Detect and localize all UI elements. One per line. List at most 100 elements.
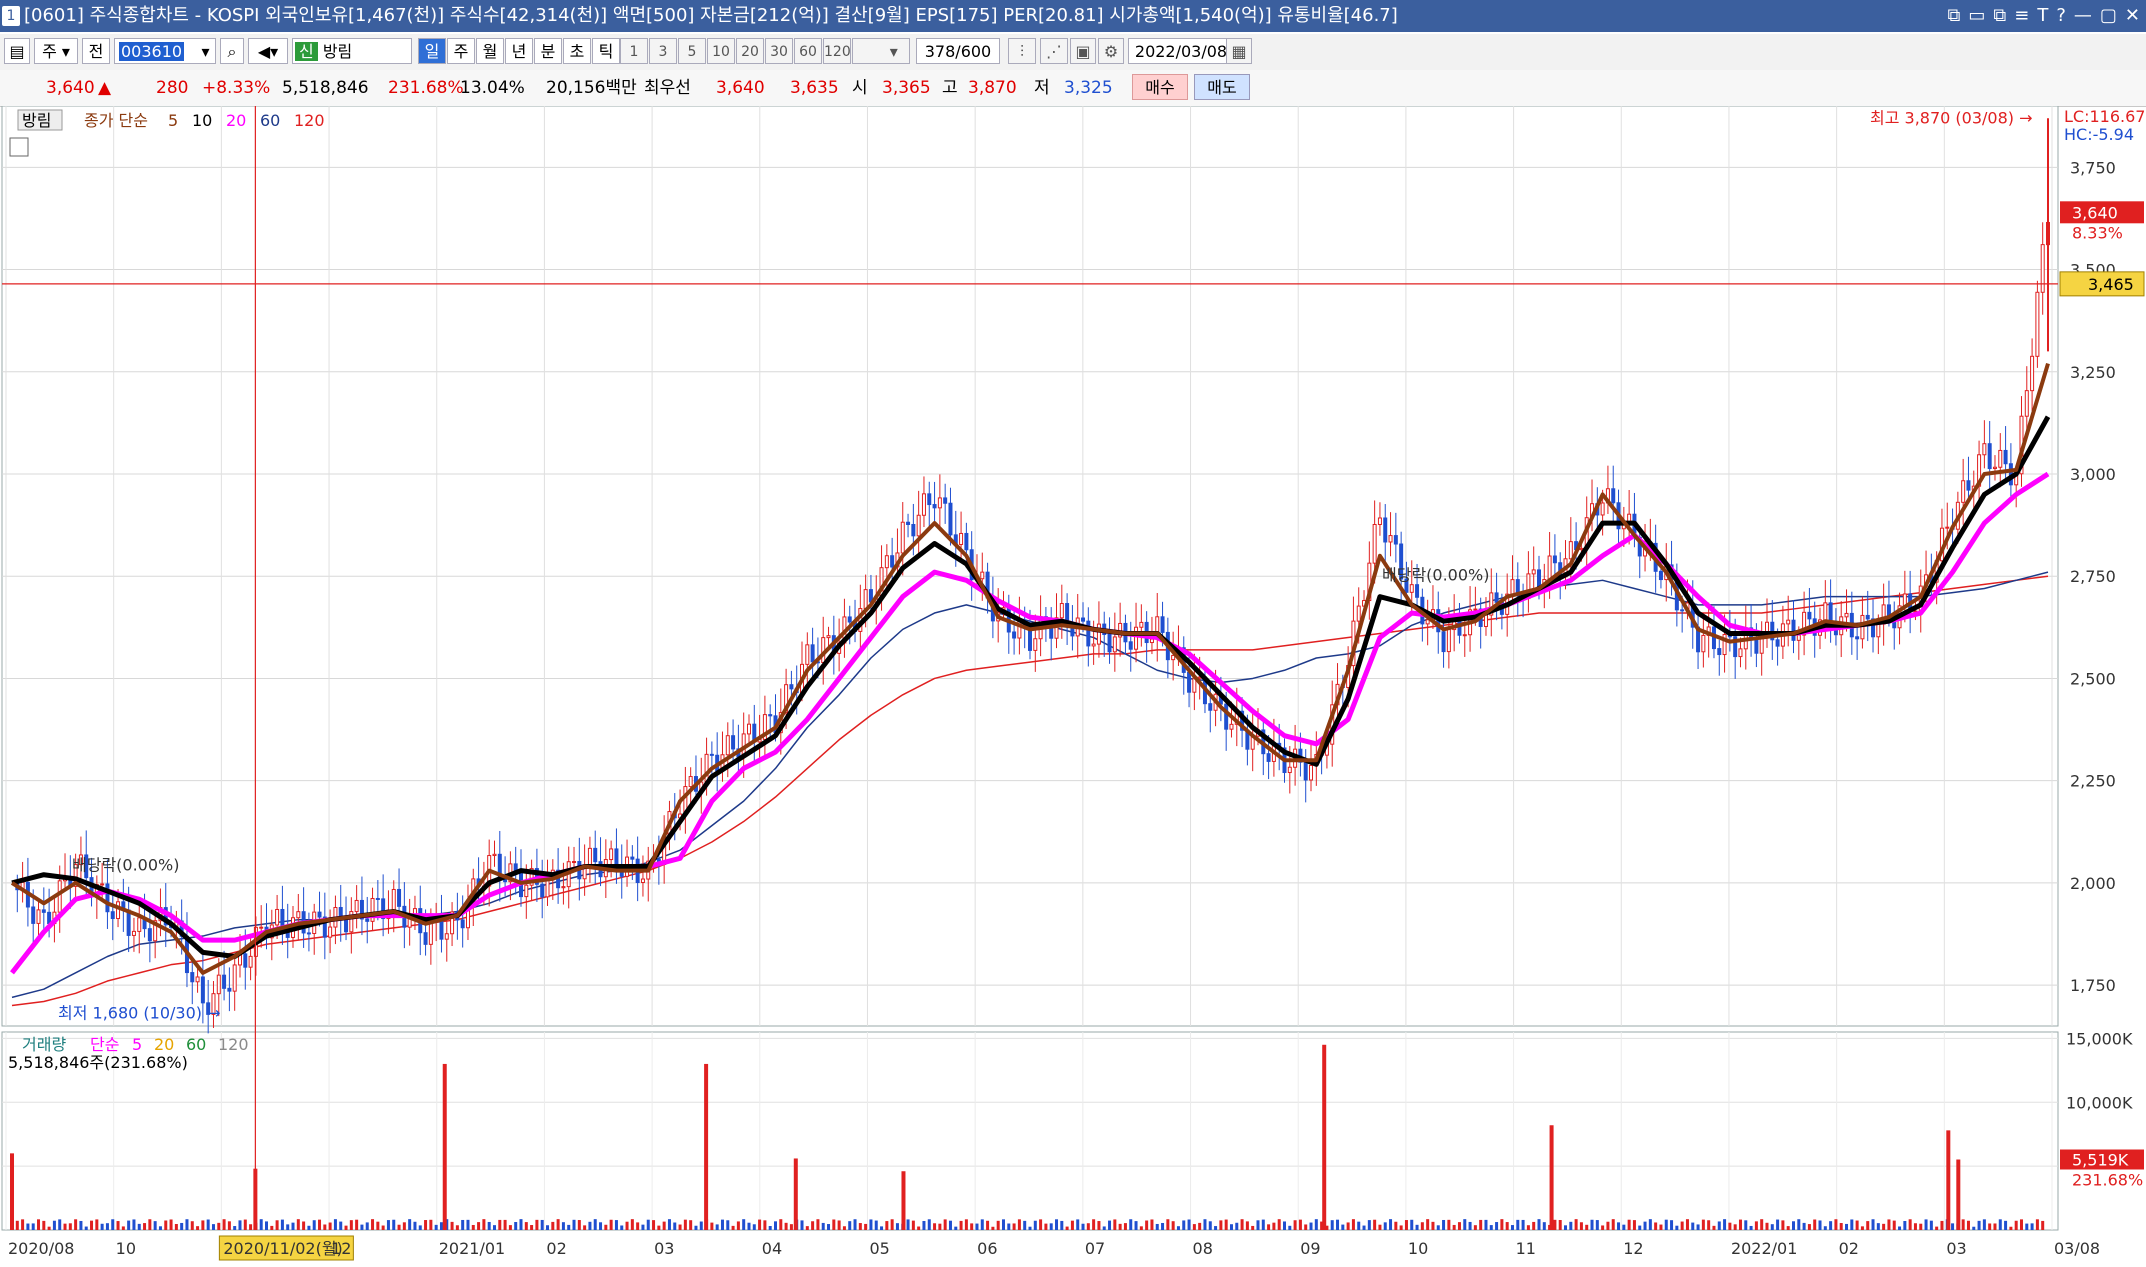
volume-spike-bar — [1946, 1130, 1951, 1230]
volume-bar — [1537, 1219, 1541, 1230]
interval-tab-120[interactable]: 120 — [823, 38, 851, 64]
help-icon[interactable]: ? — [2056, 0, 2066, 32]
candle-body — [1987, 443, 1992, 470]
interval-select[interactable]: ▾ — [852, 38, 910, 64]
close-icon[interactable]: ✕ — [2125, 0, 2140, 32]
stock-name-field[interactable]: 신 방림 — [292, 38, 412, 64]
interval-tab-30[interactable]: 30 — [765, 38, 793, 64]
maximize-icon[interactable]: ▢ — [2100, 0, 2117, 32]
settings-icon[interactable]: ⚙ — [1098, 38, 1124, 64]
interval-tab-60[interactable]: 60 — [794, 38, 822, 64]
period-tab-1[interactable]: 주 — [447, 38, 475, 64]
buy-button[interactable]: 매수 — [1132, 74, 1188, 100]
volume-legend-period-60: 60 — [186, 1035, 206, 1054]
interval-tab-1[interactable]: 1 — [620, 38, 648, 64]
search-icon[interactable]: ⌕ — [220, 38, 244, 64]
speaker-icon[interactable]: ◀▾ — [248, 38, 288, 64]
candle-body — [789, 684, 794, 690]
chart-menu-icon[interactable]: ▤ — [4, 38, 30, 64]
all-button[interactable]: 전 — [82, 38, 110, 64]
volume-bar — [858, 1223, 862, 1230]
save-icon[interactable]: ▣ — [1070, 38, 1096, 64]
candle-body — [1844, 612, 1849, 618]
volume-bar — [1097, 1221, 1101, 1230]
price-tick-label: 2,250 — [2070, 772, 2116, 791]
period-tab-5[interactable]: 초 — [563, 38, 591, 64]
volume-bar — [853, 1219, 857, 1230]
code-dropdown-icon[interactable]: ▾ — [196, 38, 216, 64]
interval-tab-10[interactable]: 10 — [707, 38, 735, 64]
date-field[interactable]: 2022/03/08 — [1128, 38, 1234, 64]
volume-bar — [1648, 1219, 1652, 1230]
volume-bar — [95, 1219, 99, 1230]
price-tick-label: 2,500 — [2070, 669, 2116, 688]
volume-bar — [1415, 1224, 1419, 1230]
volume-bar — [323, 1224, 327, 1230]
turnover-rate: 13.04% — [460, 78, 525, 98]
candle-body — [423, 932, 428, 945]
volume-bar — [726, 1220, 730, 1230]
volume-pane — [1, 1031, 2059, 1231]
draw-tool-icon[interactable]: ⋰ — [1040, 38, 1068, 64]
volume-bar — [371, 1219, 375, 1230]
volume-bar — [1044, 1223, 1048, 1230]
volume-bar — [259, 1219, 263, 1230]
volume-bar — [657, 1225, 661, 1230]
restore-icon[interactable]: ⧉ — [1948, 0, 1961, 32]
info-bar: 3,640 ▲ 280 +8.33% 5,518,846 231.68% 13.… — [0, 70, 2146, 107]
volume-bar — [1108, 1220, 1112, 1230]
period-tab-2[interactable]: 월 — [476, 38, 504, 64]
volume-bar — [1627, 1219, 1631, 1230]
time-axis-label: 02 — [546, 1239, 566, 1258]
volume-bar — [482, 1219, 486, 1230]
stock-new-badge: 신 — [295, 42, 318, 61]
price-volume-chart[interactable]: 3,7503,5003,2503,0002,7502,5002,2502,000… — [0, 105, 2146, 1262]
volume-bar — [864, 1223, 868, 1230]
period-tab-4[interactable]: 분 — [534, 38, 562, 64]
interval-tab-5[interactable]: 5 — [678, 38, 706, 64]
price-legend-period-5: 5 — [168, 111, 178, 130]
candle-body — [36, 909, 41, 924]
candle-type-icon[interactable]: ⫶ — [1008, 38, 1036, 64]
candle-body — [1224, 703, 1229, 730]
period-tab-0[interactable]: 일 — [418, 38, 446, 64]
minimize-icon[interactable]: — — [2074, 0, 2092, 32]
volume-bar — [127, 1220, 131, 1230]
count-field[interactable]: 378/600 — [916, 38, 1000, 64]
volume-bar — [1701, 1219, 1705, 1230]
volume-bar — [546, 1225, 550, 1230]
candle-body — [444, 933, 449, 940]
volume-bar — [1367, 1220, 1371, 1230]
market-select[interactable]: 주 ▾ — [34, 38, 78, 64]
volume-bar — [1707, 1220, 1711, 1230]
calendar-icon[interactable]: ▦ — [1226, 38, 1252, 64]
interval-tab-3[interactable]: 3 — [649, 38, 677, 64]
font-icon[interactable]: T — [2037, 0, 2048, 32]
volume-bar — [1336, 1219, 1340, 1230]
time-axis-label: 11 — [1516, 1239, 1536, 1258]
volume-bar — [84, 1226, 88, 1230]
candle-body — [1966, 480, 1971, 491]
pin-icon[interactable]: ≡ — [2014, 0, 2029, 32]
interval-tab-20[interactable]: 20 — [736, 38, 764, 64]
window-icon[interactable]: ▭ — [1968, 0, 1985, 32]
period-tab-6[interactable]: 틱 — [592, 38, 620, 64]
candle-body — [116, 901, 121, 920]
candle-body — [1568, 541, 1573, 560]
sell-button[interactable]: 매도 — [1194, 74, 1250, 100]
candle-body — [980, 571, 985, 580]
volume-bar — [572, 1219, 576, 1230]
candle-body — [1441, 631, 1446, 653]
volume-bar — [1431, 1221, 1435, 1230]
candle-body — [1786, 619, 1791, 625]
candle-body — [1855, 636, 1860, 640]
tile-icon[interactable]: ⧉ — [1993, 0, 2006, 32]
candle-body — [375, 897, 380, 900]
period-tab-3[interactable]: 년 — [505, 38, 533, 64]
volume-bar — [1012, 1223, 1016, 1230]
volume-bar — [1219, 1220, 1223, 1230]
volume-bar — [1972, 1226, 1976, 1230]
chart-area[interactable]: 3,750 3,500 3,250 3,000 2,750 2,500 2,250 2,000… — [0, 105, 2146, 1262]
volume-bar — [381, 1225, 385, 1230]
volume-bar — [652, 1220, 656, 1230]
